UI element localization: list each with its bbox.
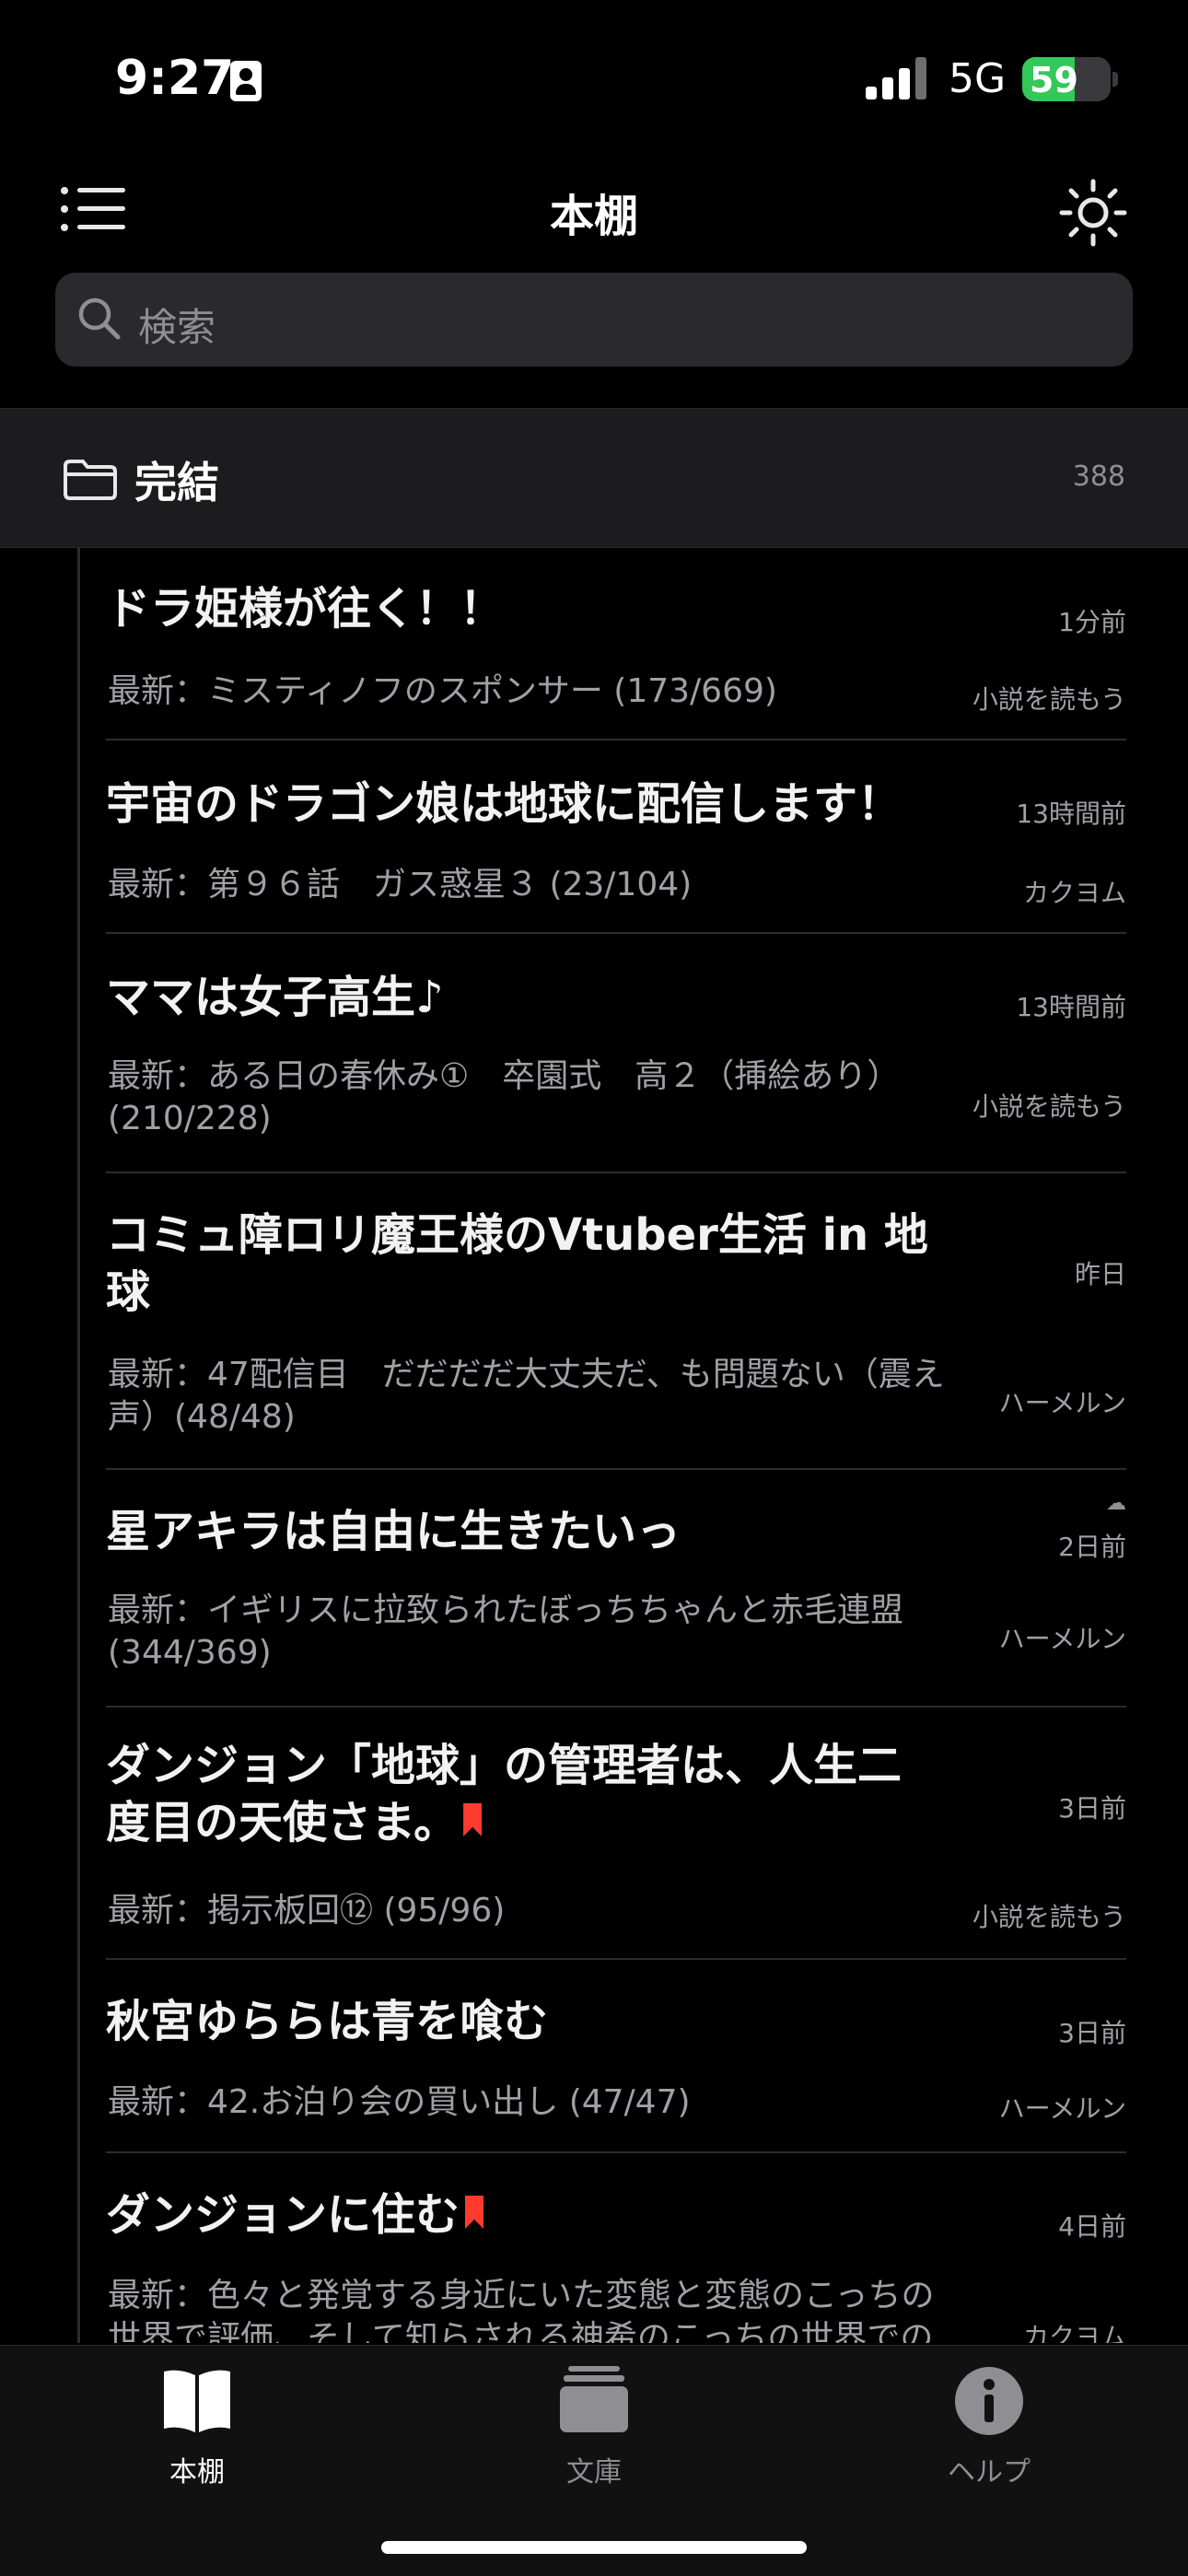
item-source: ハーメルン [998,1388,1126,1418]
battery-percent: 59 [1030,60,1078,100]
list-item[interactable]: コミュ障ロリ魔王様のVtuber生活 in 地球 昨日 最新：47配信目 だだだ… [106,1173,1126,1470]
item-source: 小説を読もう [972,684,1126,715]
tab-bookshelf[interactable]: 本棚 [96,2364,298,2489]
tab-label: 本棚 [169,2456,225,2489]
item-title: ドラ姫様が往く！！ [106,583,505,635]
focus-person-icon [230,61,262,101]
item-time: 3日前 [1058,2018,1126,2048]
item-latest: 最新：ある日の春休み① 卒園式 高２（挿絵あり）(210/228) [108,1057,901,1137]
item-title: 星アキラは自由に生きたいっ [106,1506,681,1557]
list-item[interactable]: 秋宮ゆららは青を喰む 3日前 最新：42.お泊り会の買い出し (47/47) ハ… [106,1960,1126,2153]
info-icon [955,2367,1023,2435]
book-list[interactable]: ドラ姫様が往く！！ 1分前 最新：ミスティノフのスポンサー (173/669) … [0,547,1188,2343]
list-indent-rail [77,547,80,2343]
list-item[interactable]: ドラ姫様が往く！！ 1分前 最新：ミスティノフのスポンサー (173/669) … [106,547,1126,740]
sun-theme-icon[interactable] [1059,179,1127,247]
item-title: 秋宮ゆららは青を喰む [106,1996,549,2047]
tab-help[interactable]: ヘルプ [888,2364,1090,2489]
status-time: 9:27 [115,51,235,106]
item-latest: 最新：ミスティノフのスポンサー (173/669) [108,672,777,710]
search-input[interactable]: 検索 [55,273,1133,367]
section-count: 388 [1072,460,1125,493]
item-source: 小説を読もう [972,1091,1126,1122]
list-item[interactable]: ママは女子高生♪ 13時間前 最新：ある日の春休み① 卒園式 高２（挿絵あり）(… [106,934,1126,1173]
battery-icon: 59 [1022,57,1111,101]
item-latest: 最新：47配信目 だだだだ大丈夫だ、も問題ない（震え声）(48/48) [108,1356,945,1436]
bookmark-icon [463,1803,483,1836]
item-source: カクヨム [1022,2322,1126,2343]
list-item[interactable]: 宇宙のドラゴン娘は地球に配信します！ 13時間前 最新：第９６話 ガス惑星３ (… [106,740,1126,934]
folder-icon [64,460,117,500]
library-icon [560,2366,628,2432]
item-time: 1分前 [1058,607,1126,637]
tab-label: 文庫 [566,2456,622,2489]
tab-label: ヘルプ [948,2456,1031,2489]
network-type: 5G [949,55,1007,102]
list-item[interactable]: ☁ 星アキラは自由に生きたいっ 2日前 最新：イギリスに拉致られたぼっちちゃんと… [106,1470,1126,1708]
folder-section-header[interactable]: 完結 388 [0,408,1188,548]
item-source: ハーメルン [998,2093,1126,2124]
item-source: カクヨム [1022,878,1126,908]
item-source: 小説を読もう [972,1902,1126,1932]
item-title: ダンジョン「地球」の管理者は、人生二度目の天使さま。 [106,1740,903,1848]
item-latest: 最新：42.お泊り会の買い出し (47/47) [108,2083,691,2121]
book-icon [164,2370,230,2432]
item-time: 昨日 [1074,1259,1126,1289]
item-title: 宇宙のドラゴン娘は地球に配信します！ [106,778,903,830]
item-title: ママは女子高生♪ [106,972,444,1023]
item-latest: 最新：掲示板回⑫ (95/96) [108,1892,506,1929]
page-title: 本棚 [549,191,638,242]
tab-library[interactable]: 文庫 [493,2364,695,2489]
bookmark-icon [465,2196,484,2229]
item-time: 4日前 [1058,2211,1126,2242]
item-time: 13時間前 [1016,992,1126,1022]
item-title: ダンジョンに住む [106,2186,939,2244]
status-bar: 9:27 5G 59 [0,0,1188,147]
item-latest: 最新：色々と発覚する身近にいた変態と変態のこっちの世界で評価、そして知らされる神… [108,2277,935,2343]
item-time: 3日前 [1058,1793,1126,1824]
item-title: コミュ障ロリ魔王様のVtuber生活 in 地球 [106,1209,928,1318]
item-source: ハーメルン [998,1624,1126,1654]
signal-icon [866,57,926,99]
home-indicator [381,2541,807,2554]
search-placeholder: 検索 [138,305,216,350]
search-icon [78,297,121,340]
item-time: 2日前 [1058,1532,1126,1562]
list-item[interactable]: ダンジョンに住む 4日前 最新：色々と発覚する身近にいた変態と変態のこっちの世界… [106,2153,1126,2343]
item-latest: 最新：第９６話 ガス惑星３ (23/104) [108,866,693,903]
section-title: 完結 [134,458,219,507]
list-item[interactable]: ダンジョン「地球」の管理者は、人生二度目の天使さま。 3日前 最新：掲示板回⑫ … [106,1708,1126,1960]
item-time: 13時間前 [1016,798,1126,829]
item-latest: 最新：イギリスに拉致られたぼっちちゃんと赤毛連盟 (344/369) [108,1591,904,1672]
cloud-icon: ☁ [1106,1492,1126,1515]
